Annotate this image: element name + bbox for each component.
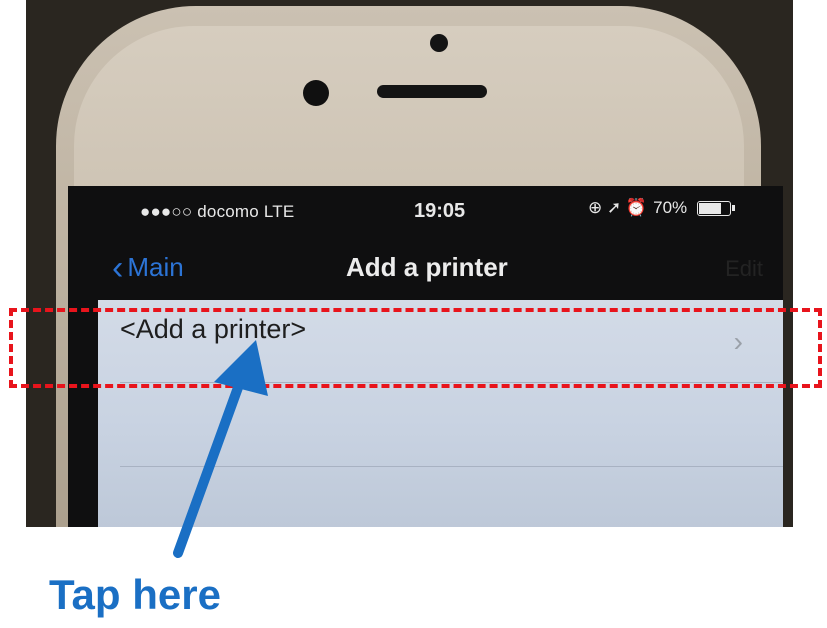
pointer-arrow-icon: [173, 340, 268, 558]
tap-here-label: Tap here: [49, 571, 221, 618]
